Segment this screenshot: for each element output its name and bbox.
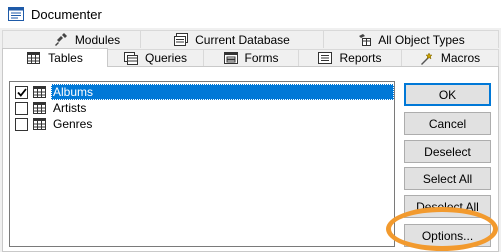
tab-tables-label: Tables <box>48 51 83 65</box>
tab-queries[interactable]: Queries <box>107 49 204 66</box>
selection-highlight <box>51 84 394 100</box>
tab-all-object-types[interactable]: All Object Types <box>323 30 499 48</box>
tab-reports-label: Reports <box>339 51 382 65</box>
list-item-genres[interactable]: Genres <box>15 116 94 132</box>
database-icon <box>174 33 189 46</box>
tab-all-object-types-label: All Object Types <box>378 32 465 47</box>
deselect-button[interactable]: Deselect <box>404 140 491 163</box>
tab-queries-label: Queries <box>144 51 188 65</box>
query-icon <box>123 51 138 65</box>
tab-current-database-label: Current Database <box>195 32 290 47</box>
ok-button[interactable]: OK <box>404 83 491 106</box>
tables-listbox[interactable]: Albums Artists Genres <box>9 81 395 247</box>
list-item-label: Albums <box>53 85 94 99</box>
tab-forms[interactable]: Forms <box>203 49 299 66</box>
tab-macros[interactable]: Macros <box>401 49 499 66</box>
report-icon <box>318 51 333 65</box>
albums-checkbox[interactable] <box>15 85 28 99</box>
macro-icon <box>420 51 434 65</box>
documenter-dialog: Modules Current Database All Object Type… <box>0 28 501 252</box>
table-icon <box>33 86 46 98</box>
table-icon <box>33 102 46 114</box>
list-item-albums[interactable]: Albums <box>15 84 95 100</box>
window-title: Documenter <box>31 6 102 22</box>
cancel-button[interactable]: Cancel <box>404 112 491 135</box>
form-icon <box>223 51 238 65</box>
deselect-all-button[interactable]: Deselect All <box>404 195 491 218</box>
tab-reports[interactable]: Reports <box>298 49 402 66</box>
tab-tables[interactable]: Tables <box>2 48 108 67</box>
select-all-button[interactable]: Select All <box>404 167 491 190</box>
tab-modules-label: Modules <box>74 32 121 47</box>
genres-checkbox[interactable] <box>15 117 28 131</box>
list-item-artists[interactable]: Artists <box>15 100 88 116</box>
list-item-label: Artists <box>53 101 87 115</box>
title-bar: Documenter <box>0 0 501 28</box>
list-item-label: Genres <box>53 117 93 131</box>
table-icon <box>33 118 46 130</box>
tab-forms-label: Forms <box>244 51 279 65</box>
all-objects-icon <box>357 33 372 46</box>
table-icon <box>27 51 41 65</box>
modules-icon <box>54 33 68 46</box>
tab-current-database[interactable]: Current Database <box>140 30 324 48</box>
artists-checkbox[interactable] <box>15 101 28 115</box>
tab-macros-label: Macros <box>440 51 481 65</box>
options-button[interactable]: Options... <box>404 224 491 247</box>
documenter-icon <box>8 7 24 21</box>
